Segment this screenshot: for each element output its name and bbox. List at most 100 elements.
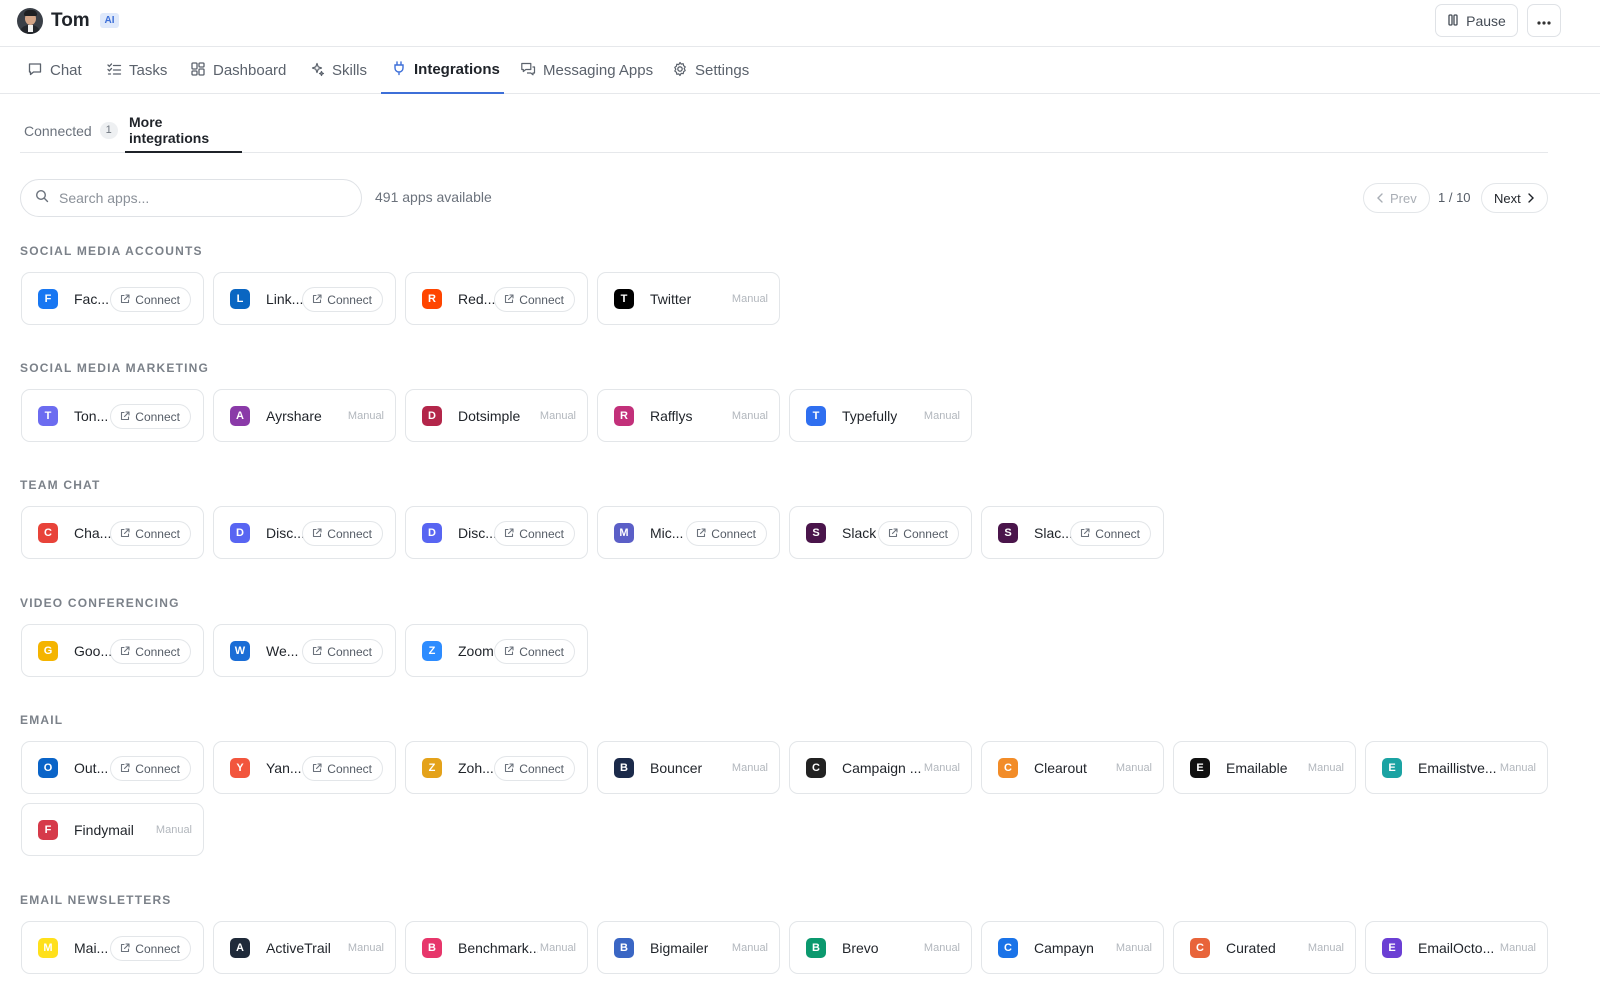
pause-button[interactable]: Pause <box>1435 4 1518 37</box>
integration-card[interactable]: S Slac... Connect <box>981 506 1164 559</box>
connect-button[interactable]: Connect <box>110 936 191 961</box>
integration-card[interactable]: B Bigmailer Manual <box>597 921 780 974</box>
manual-label: Manual <box>923 410 960 422</box>
microsoft-teams-icon: M <box>614 523 634 543</box>
integration-card[interactable]: L Link... Connect <box>213 272 396 325</box>
integration-name: Disc... <box>458 525 497 541</box>
tab-settings[interactable]: Settings <box>662 47 759 94</box>
integration-name: Twitter <box>650 291 692 307</box>
chat-icon <box>27 61 43 81</box>
search-icon <box>35 189 49 208</box>
search-input[interactable] <box>59 190 339 206</box>
connect-button[interactable]: Connect <box>302 639 383 664</box>
integration-card[interactable]: C Curated Manual <box>1173 921 1356 974</box>
connect-button[interactable]: Connect <box>878 521 959 546</box>
tab-chat[interactable]: Chat <box>17 47 92 94</box>
manual-label: Manual <box>1499 762 1536 774</box>
connect-button[interactable]: Connect <box>110 521 191 546</box>
tab-settings-label: Settings <box>695 62 750 79</box>
integration-name: Fac... <box>74 291 110 307</box>
integration-card[interactable]: B Bouncer Manual <box>597 741 780 794</box>
integration-card[interactable]: C Clearout Manual <box>981 741 1164 794</box>
integration-card[interactable]: M Mai... Connect <box>21 921 204 974</box>
integration-name: Findymail <box>74 822 134 838</box>
connect-button[interactable]: Connect <box>494 287 575 312</box>
tab-tasks[interactable]: Tasks <box>96 47 177 94</box>
connect-button[interactable]: Connect <box>686 521 767 546</box>
integration-card[interactable]: A Ayrshare Manual <box>213 389 396 442</box>
connect-button[interactable]: Connect <box>1070 521 1151 546</box>
tab-dashboard[interactable]: Dashboard <box>180 47 296 94</box>
connect-button[interactable]: Connect <box>302 287 383 312</box>
manual-label: Manual <box>731 293 768 305</box>
tab-skills[interactable]: Skills <box>299 47 377 94</box>
integration-card[interactable]: Z Zoh... Connect <box>405 741 588 794</box>
yandex-icon: Y <box>230 758 250 778</box>
prev-page-button[interactable]: Prev <box>1363 183 1430 213</box>
integration-card[interactable]: D Disc... Connect <box>405 506 588 559</box>
dotsimple-icon: D <box>422 406 442 426</box>
integration-card[interactable]: S Slack Connect <box>789 506 972 559</box>
connect-button[interactable]: Connect <box>110 287 191 312</box>
more-options-button[interactable] <box>1527 4 1561 37</box>
tab-integrations[interactable]: Integrations <box>381 47 504 94</box>
search-box <box>20 179 362 217</box>
connect-button[interactable]: Connect <box>494 756 575 781</box>
integration-card[interactable]: T Ton... Connect <box>21 389 204 442</box>
connect-button[interactable]: Connect <box>494 639 575 664</box>
integration-card[interactable]: R Rafflys Manual <box>597 389 780 442</box>
integration-card[interactable]: C Cha... Connect <box>21 506 204 559</box>
connect-button[interactable]: Connect <box>110 639 191 664</box>
x-twitter-icon: T <box>614 289 634 309</box>
avatar[interactable] <box>17 8 43 34</box>
integration-card[interactable]: F Fac... Connect <box>21 272 204 325</box>
findymail-icon: F <box>38 820 58 840</box>
integration-card[interactable]: G Goo... Connect <box>21 624 204 677</box>
integration-name: Red... <box>458 291 496 307</box>
integration-card[interactable]: O Out... Connect <box>21 741 204 794</box>
facebook-icon: F <box>38 289 58 309</box>
external-link-icon <box>120 293 130 307</box>
integration-name: Disc... <box>266 525 305 541</box>
integration-card[interactable]: T Twitter Manual <box>597 272 780 325</box>
connect-button[interactable]: Connect <box>302 756 383 781</box>
integration-card[interactable]: E Emaillistve... Manual <box>1365 741 1548 794</box>
outlook-icon: O <box>38 758 58 778</box>
integration-card[interactable]: Z Zoom Connect <box>405 624 588 677</box>
connect-button[interactable]: Connect <box>110 756 191 781</box>
manual-label: Manual <box>539 410 576 422</box>
curated-icon: C <box>1190 938 1210 958</box>
connect-label: Connect <box>135 409 180 424</box>
connect-label: Connect <box>135 761 180 776</box>
integration-card[interactable]: C Campaign ... Manual <box>789 741 972 794</box>
integration-card[interactable]: E EmailOcto... Manual <box>1365 921 1548 974</box>
integration-name: Yan... <box>266 760 302 776</box>
integration-card[interactable]: Y Yan... Connect <box>213 741 396 794</box>
next-page-button[interactable]: Next <box>1481 183 1548 213</box>
discord-icon: D <box>422 523 442 543</box>
integration-name: Dotsimple <box>458 408 521 424</box>
subtab-connected[interactable]: Connected 1 <box>20 108 122 153</box>
integration-card[interactable]: E Emailable Manual <box>1173 741 1356 794</box>
activetrail-icon: A <box>230 938 250 958</box>
integration-card[interactable]: D Disc... Connect <box>213 506 396 559</box>
integration-card[interactable]: T Typefully Manual <box>789 389 972 442</box>
integration-card[interactable]: M Mic... Connect <box>597 506 780 559</box>
integration-card[interactable]: C Campayn Manual <box>981 921 1164 974</box>
integration-card[interactable]: W We... Connect <box>213 624 396 677</box>
integration-card[interactable]: R Red... Connect <box>405 272 588 325</box>
manual-label: Manual <box>1115 942 1152 954</box>
external-link-icon <box>120 762 130 776</box>
integration-card[interactable]: A ActiveTrail Manual <box>213 921 396 974</box>
subtab-more-integrations[interactable]: More integrations <box>125 108 242 153</box>
integration-card[interactable]: B Brevo Manual <box>789 921 972 974</box>
integration-card[interactable]: D Dotsimple Manual <box>405 389 588 442</box>
connect-button[interactable]: Connect <box>302 521 383 546</box>
connect-button[interactable]: Connect <box>494 521 575 546</box>
integration-card[interactable]: F Findymail Manual <box>21 803 204 856</box>
plug-icon <box>391 60 407 80</box>
integration-card[interactable]: B Benchmark... Manual <box>405 921 588 974</box>
chatwork-icon: C <box>38 523 58 543</box>
connect-button[interactable]: Connect <box>110 404 191 429</box>
tab-messaging-apps[interactable]: Messaging Apps <box>510 47 663 94</box>
